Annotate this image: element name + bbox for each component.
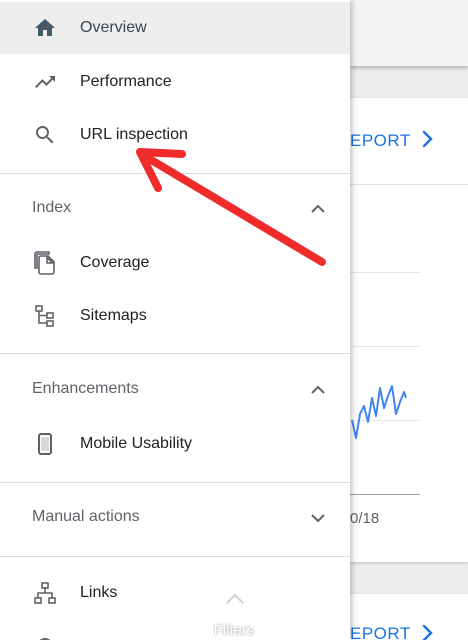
navigation-drawer: Overview Performance URL inspection Inde… (0, 0, 350, 640)
nav-item-performance[interactable]: Performance (0, 56, 350, 108)
section-header-index[interactable]: Index (0, 185, 350, 235)
filters-toggle[interactable]: Filters (196, 586, 272, 640)
chart-gridline (350, 272, 420, 273)
sitemap-icon (32, 303, 58, 329)
trending-up-icon (32, 69, 58, 95)
secondary-card: EPORT (350, 594, 468, 640)
card-divider (350, 184, 468, 185)
copy-pages-icon (32, 250, 58, 276)
nav-item-label: Coverage (80, 254, 150, 271)
nav-item-label: Sitemaps (80, 307, 147, 324)
nav-item-overview[interactable]: Overview (0, 2, 350, 54)
nav-divider (0, 556, 350, 557)
open-report-link-2[interactable]: EPORT (350, 624, 411, 640)
nav-item-coverage[interactable]: Coverage (0, 237, 350, 289)
filters-label: Filters (213, 622, 255, 639)
home-icon (32, 15, 58, 41)
chart-x-tick-label: 0/18 (350, 510, 380, 527)
chevron-up-icon (311, 204, 325, 213)
chart-gridline (350, 346, 420, 347)
nav-divider (0, 173, 350, 174)
smartphone-icon (32, 431, 58, 457)
nav-item-partial[interactable] (0, 620, 350, 640)
search-icon (32, 122, 58, 148)
nav-item-url-inspection[interactable]: URL inspection (0, 109, 350, 161)
nav-item-label: URL inspection (80, 126, 188, 143)
links-tree-icon (32, 580, 58, 606)
nav-divider (0, 482, 350, 483)
section-header-enhancements[interactable]: Enhancements (0, 366, 350, 416)
chevron-down-icon (311, 514, 325, 523)
performance-card: EPORT 0/18 (350, 98, 468, 562)
nav-item-label: Overview (80, 19, 147, 36)
chart-line-series (351, 385, 407, 439)
chart-x-axis (350, 494, 420, 495)
chevron-up-icon (226, 593, 244, 604)
nav-item-mobile-usability[interactable]: Mobile Usability (0, 418, 350, 470)
chevron-up-icon (311, 385, 325, 394)
settings-icon (32, 633, 58, 640)
chevron-right-icon[interactable] (420, 622, 436, 640)
nav-item-label: Mobile Usability (80, 435, 193, 452)
nav-item-label: Links (80, 584, 118, 601)
section-label: Manual actions (32, 508, 140, 525)
app-top-bar (350, 0, 468, 66)
section-label: Enhancements (32, 380, 139, 397)
open-report-link[interactable]: EPORT (350, 131, 411, 151)
nav-divider (0, 353, 350, 354)
nav-item-links[interactable]: Links (0, 567, 350, 619)
nav-item-label: Performance (80, 73, 172, 90)
nav-item-sitemaps[interactable]: Sitemaps (0, 290, 350, 342)
section-header-manual-actions[interactable]: Manual actions (0, 494, 350, 544)
section-label: Index (32, 199, 72, 216)
chevron-right-icon[interactable] (420, 128, 436, 150)
